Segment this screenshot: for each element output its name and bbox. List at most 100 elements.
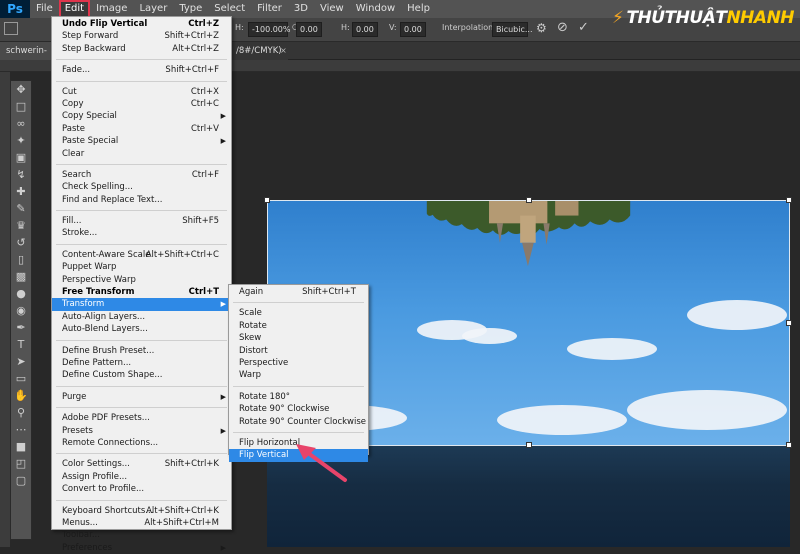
edit-menu-item-define-pattern[interactable]: Define Pattern...	[52, 357, 231, 369]
transform-handle[interactable]	[786, 320, 792, 326]
edit-menu-item-fill[interactable]: Fill... Shift+F5	[52, 215, 231, 227]
dodge-icon[interactable]: ◉	[11, 302, 31, 319]
transform-icon[interactable]	[4, 22, 18, 35]
zoom-icon[interactable]: ⚲	[11, 404, 31, 421]
commit-icon[interactable]: ✓	[578, 20, 589, 35]
brush-icon[interactable]: ✎	[11, 200, 31, 217]
pen-icon[interactable]: ✒	[11, 319, 31, 336]
h-scale-field[interactable]: -100.00%	[248, 22, 290, 37]
warp-icon[interactable]: ⚙	[536, 21, 547, 35]
menu-filter[interactable]: Filter	[251, 0, 288, 18]
edit-menu-item-assign-profile[interactable]: Assign Profile...	[52, 471, 231, 483]
menu-item-label: Define Brush Preset...	[62, 345, 155, 356]
edit-menu-item-preferences[interactable]: Preferences ▶	[52, 542, 231, 554]
edit-menu-item-presets[interactable]: Presets ▶	[52, 425, 231, 437]
transform-handle[interactable]	[526, 197, 532, 203]
close-tab-icon[interactable]: ×	[280, 46, 287, 55]
transform-handle[interactable]	[526, 442, 532, 448]
photoshop-logo[interactable]: Ps	[0, 0, 30, 18]
menu-separator	[56, 403, 227, 409]
edit-menu-item-purge[interactable]: Purge ▶	[52, 391, 231, 403]
more-icon[interactable]: ⋯	[11, 421, 31, 438]
transform-item-rotate-180[interactable]: Rotate 180°	[229, 391, 368, 403]
edit-menu-item-content-aware-scale[interactable]: Content-Aware Scale Alt+Shift+Ctrl+C	[52, 249, 231, 261]
path-select-icon[interactable]: ➤	[11, 353, 31, 370]
edit-menu-item-find-and-replace-text[interactable]: Find and Replace Text...	[52, 194, 231, 206]
transform-item-rotate-90-counter-clockwise[interactable]: Rotate 90° Counter Clockwise	[229, 416, 368, 428]
edit-menu-item-stroke[interactable]: Stroke...	[52, 227, 231, 239]
history-brush-icon[interactable]: ↺	[11, 234, 31, 251]
type-icon[interactable]: T	[11, 336, 31, 353]
edit-menu-item-keyboard-shortcuts[interactable]: Keyboard Shortcuts... Alt+Shift+Ctrl+K	[52, 505, 231, 517]
transform-item-distort[interactable]: Distort	[229, 345, 368, 357]
edit-menu-item-adobe-pdf-presets[interactable]: Adobe PDF Presets...	[52, 412, 231, 424]
menu-separator	[56, 206, 227, 212]
interpolation-select[interactable]: Bicubic...	[492, 22, 533, 37]
edit-menu-item-fade[interactable]: Fade... Shift+Ctrl+F	[52, 64, 231, 76]
stamp-icon[interactable]: ♛	[11, 217, 31, 234]
edit-menu-item-convert-to-profile[interactable]: Convert to Profile...	[52, 483, 231, 495]
rectangle-icon[interactable]: ▭	[11, 370, 31, 387]
colors-icon[interactable]: ■	[11, 438, 31, 455]
h-skew-field[interactable]: 0.00	[352, 22, 378, 37]
edit-menu-item-check-spelling[interactable]: Check Spelling...	[52, 181, 231, 193]
edit-menu-item-paste[interactable]: Paste Ctrl+V	[52, 123, 231, 135]
edit-menu-item-menus[interactable]: Menus... Alt+Shift+Ctrl+M	[52, 517, 231, 529]
document-tab[interactable]: schwerin-ca	[0, 42, 52, 74]
crop-icon[interactable]: ▣	[11, 149, 31, 166]
transform-item-scale[interactable]: Scale	[229, 307, 368, 319]
v-skew-field[interactable]: 0.00	[400, 22, 426, 37]
transform-handle[interactable]	[264, 197, 270, 203]
edit-menu-item-step-forward[interactable]: Step Forward Shift+Ctrl+Z	[52, 30, 231, 42]
edit-menu-item-auto-align-layers[interactable]: Auto-Align Layers...	[52, 311, 231, 323]
edit-menu-item-toolbar[interactable]: Toolbar...	[52, 529, 231, 541]
hand-icon[interactable]: ✋	[11, 387, 31, 404]
edit-menu-item-puppet-warp[interactable]: Puppet Warp	[52, 261, 231, 273]
edit-menu-item-step-backward[interactable]: Step Backward Alt+Ctrl+Z	[52, 43, 231, 55]
quick-select-icon[interactable]: ✦	[11, 132, 31, 149]
menu-item-label: Stroke...	[62, 228, 98, 239]
healing-icon[interactable]: ✚	[11, 183, 31, 200]
transform-item-rotate-90-clockwise[interactable]: Rotate 90° Clockwise	[229, 403, 368, 415]
edit-menu-item-cut[interactable]: Cut Ctrl+X	[52, 86, 231, 98]
menu-help[interactable]: Help	[401, 0, 436, 18]
transform-item-skew[interactable]: Skew	[229, 332, 368, 344]
edit-menu-item-color-settings[interactable]: Color Settings... Shift+Ctrl+K	[52, 458, 231, 470]
screen-mode-icon[interactable]: ▢	[11, 472, 31, 489]
cancel-icon[interactable]: ⊘	[557, 20, 568, 35]
edit-menu-item-remote-connections[interactable]: Remote Connections...	[52, 437, 231, 449]
edit-menu-item-auto-blend-layers[interactable]: Auto-Blend Layers...	[52, 323, 231, 335]
transform-handle[interactable]	[786, 442, 792, 448]
transform-item-again[interactable]: Again Shift+Ctrl+T	[229, 286, 368, 298]
edit-menu-item-search[interactable]: Search Ctrl+F	[52, 169, 231, 181]
vertical-ruler[interactable]	[0, 72, 10, 547]
menu-3d[interactable]: 3D	[288, 0, 314, 18]
mask-icon[interactable]: ◰	[11, 455, 31, 472]
lasso-icon[interactable]: ∞	[11, 115, 31, 132]
eyedropper-icon[interactable]: ↯	[11, 166, 31, 183]
edit-menu-item-paste-special[interactable]: Paste Special ▶	[52, 135, 231, 147]
gradient-icon[interactable]: ▩	[11, 268, 31, 285]
menu-window[interactable]: Window	[350, 0, 401, 18]
edit-menu-item-copy[interactable]: Copy Ctrl+C	[52, 98, 231, 110]
move-icon[interactable]: ✥	[11, 81, 31, 98]
transform-handle[interactable]	[786, 197, 792, 203]
transform-item-rotate[interactable]: Rotate	[229, 320, 368, 332]
v-skew-label: V:	[389, 23, 397, 32]
menu-view[interactable]: View	[314, 0, 350, 18]
blur-icon[interactable]: ●	[11, 285, 31, 302]
edit-menu-item-copy-special[interactable]: Copy Special ▶	[52, 110, 231, 122]
edit-menu-item-perspective-warp[interactable]: Perspective Warp	[52, 274, 231, 286]
edit-menu-item-transform[interactable]: Transform ▶	[52, 298, 231, 311]
menu-separator	[56, 496, 227, 501]
edit-menu-item-free-transform[interactable]: Free Transform Ctrl+T	[52, 286, 231, 298]
edit-menu-item-define-brush-preset[interactable]: Define Brush Preset...	[52, 345, 231, 357]
edit-menu-item-clear[interactable]: Clear	[52, 148, 231, 160]
eraser-icon[interactable]: ▯	[11, 251, 31, 268]
edit-menu-item-undo-flip-vertical[interactable]: Undo Flip Vertical Ctrl+Z	[52, 18, 231, 30]
marquee-icon[interactable]: □	[11, 98, 31, 115]
angle-field[interactable]: 0.00	[296, 22, 322, 37]
transform-item-warp[interactable]: Warp	[229, 369, 368, 381]
edit-menu-item-define-custom-shape[interactable]: Define Custom Shape...	[52, 369, 231, 381]
transform-item-perspective[interactable]: Perspective	[229, 357, 368, 369]
